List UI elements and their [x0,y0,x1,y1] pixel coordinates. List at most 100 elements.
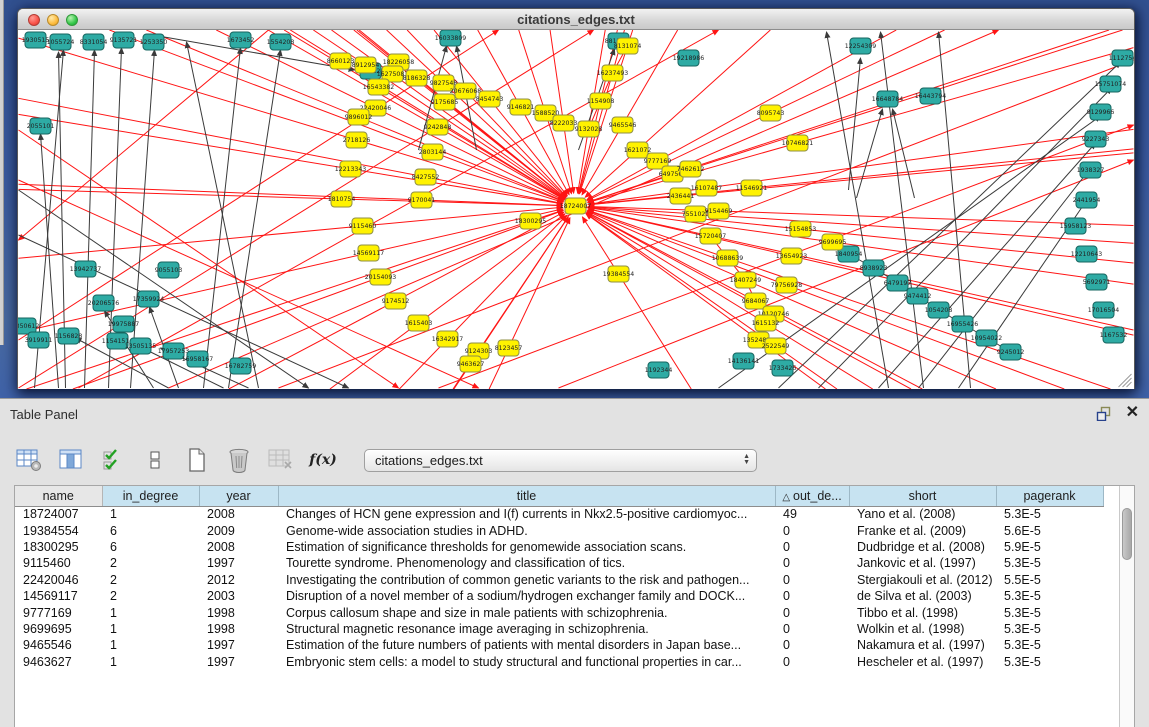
node[interactable]: 14136141 [728,353,760,369]
table-row[interactable]: 1938455462009Genome-wide association stu… [15,522,1103,538]
selected-node[interactable]: 7462612 [677,161,705,177]
table-cell[interactable]: Yano et al. (2008) [849,506,996,522]
selected-edge[interactable] [19,189,563,205]
table-cell[interactable]: Corpus callosum shape and size in male p… [278,604,775,620]
table-cell[interactable]: 1997 [199,637,278,653]
table-cell[interactable]: Estimation of significance thresholds fo… [278,539,775,555]
table-cell[interactable]: Genome-wide association studies in ADHD. [278,522,775,538]
table-cell[interactable]: 5.3E-5 [996,604,1103,620]
selected-node[interactable]: 8222033 [550,115,578,131]
network-window[interactable]: citations_edges.txt 19305151055724833105… [17,8,1135,389]
attribute-table[interactable]: namein_degreeyeartitle△out_de...shortpag… [14,485,1135,727]
selected-edge[interactable] [489,218,570,389]
delete-column-icon[interactable] [224,445,254,475]
node[interactable]: 1112754 [1109,50,1134,66]
selected-node[interactable]: 8912954 [352,57,380,73]
table-cell[interactable]: Wolkin et al. (1998) [849,621,996,637]
node[interactable]: 1938327 [1077,162,1105,178]
table-cell[interactable]: Investigating the contribution of common… [278,572,775,588]
column-header-pagerank[interactable]: pagerank [996,486,1103,506]
column-header-short[interactable]: short [849,486,996,506]
node[interactable]: 1156828 [55,328,83,344]
table-cell[interactable]: 1998 [199,604,278,620]
close-panel-icon[interactable]: ✕ [1126,405,1139,421]
selected-node[interactable]: 2718126 [343,132,371,148]
table-cell[interactable]: 9699695 [15,621,102,637]
node[interactable]: 8331054 [80,34,108,50]
node[interactable]: 1930515 [22,32,50,48]
selected-edge[interactable] [578,30,606,193]
table-cell[interactable]: 5.3E-5 [996,637,1103,653]
selected-node[interactable]: 19384554 [603,266,635,282]
edge[interactable] [41,134,59,388]
table-cell[interactable]: 0 [775,654,849,670]
table-cell[interactable]: 5.3E-5 [996,555,1103,571]
table-cell[interactable]: 9115460 [15,555,102,571]
node[interactable]: 5692971 [1083,274,1111,290]
selected-node[interactable]: 8131074 [614,38,642,54]
edge[interactable] [881,32,924,388]
table-cell[interactable]: Changes of HCN gene expression and I(f) … [278,506,775,522]
node[interactable]: 16782759 [225,358,257,374]
table-cell[interactable]: 2012 [199,572,278,588]
table-cell[interactable]: 5.5E-5 [996,572,1103,588]
selected-node[interactable]: 14569117 [353,245,385,261]
table-cell[interactable]: 0 [775,539,849,555]
edge[interactable] [827,32,889,388]
table-cell[interactable]: 2009 [199,522,278,538]
table-cell[interactable]: 2003 [199,588,278,604]
node[interactable]: 9135721 [110,32,138,48]
node[interactable]: 8938923 [860,260,888,276]
node[interactable]: 3919911 [25,332,53,348]
table-cell[interactable]: Hescheler et al. (1997) [849,654,996,670]
node[interactable]: 9227343 [1082,131,1110,147]
node[interactable]: 16648784 [872,91,904,107]
selected-edge[interactable] [580,30,633,194]
edge[interactable] [131,50,155,388]
table-cell[interactable]: Tibbo et al. (1998) [849,604,996,620]
table-scrollbar-thumb[interactable] [1122,508,1132,560]
table-cell[interactable]: Structural magnetic resonance image aver… [278,621,775,637]
table-cell[interactable]: 0 [775,555,849,571]
window-resize-grip[interactable] [1123,378,1132,387]
table-cell[interactable]: 14569117 [15,588,102,604]
edge[interactable] [879,143,1096,388]
selected-edge[interactable] [330,214,565,389]
column-header-in_degree[interactable]: in_degree [102,486,199,506]
selected-node[interactable]: 9115460 [349,218,377,234]
column-header-out_de[interactable]: △out_de... [775,486,849,506]
table-cell[interactable]: 2 [102,588,199,604]
selected-node[interactable]: 10746821 [782,135,814,151]
table-cell[interactable]: 9777169 [15,604,102,620]
selected-node[interactable]: 1154908 [587,93,615,109]
node[interactable]: 2441954 [1073,192,1101,208]
table-cell[interactable]: 19384554 [15,522,102,538]
table-cell[interactable]: 5.9E-5 [996,539,1103,555]
node[interactable]: 1054208 [925,302,953,318]
edge[interactable] [159,36,355,70]
show-columns-icon[interactable] [56,445,86,475]
table-cell[interactable]: Stergiakouli et al. (2012) [849,572,996,588]
table-cell[interactable]: 0 [775,621,849,637]
selected-edge[interactable] [579,30,618,193]
selected-node[interactable]: 2522549 [762,338,790,354]
table-cell[interactable]: 0 [775,604,849,620]
selected-node[interactable]: 9154469 [705,203,733,219]
table-cell[interactable]: 9465546 [15,637,102,653]
selected-edge[interactable] [19,207,563,258]
selected-node[interactable]: 18407249 [730,272,762,288]
table-row[interactable]: 1830029562008Estimation of significance … [15,539,1103,555]
edge[interactable] [893,109,915,198]
select-columns-icon[interactable] [98,445,128,475]
node[interactable]: 17016504 [1088,302,1120,318]
node[interactable]: 2055101 [27,118,55,134]
selected-node[interactable]: 8660123 [327,53,355,69]
selected-node[interactable]: 9170041 [408,192,436,208]
selected-node[interactable]: 11546921 [736,180,768,196]
node[interactable]: 15751074 [1095,76,1127,92]
table-cell[interactable]: 9463627 [15,654,102,670]
selected-node[interactable]: 16342917 [432,331,464,347]
node[interactable]: 9474412 [904,288,932,304]
table-header-row[interactable]: namein_degreeyeartitle△out_de...shortpag… [15,486,1103,506]
node[interactable]: 9245012 [997,344,1025,360]
